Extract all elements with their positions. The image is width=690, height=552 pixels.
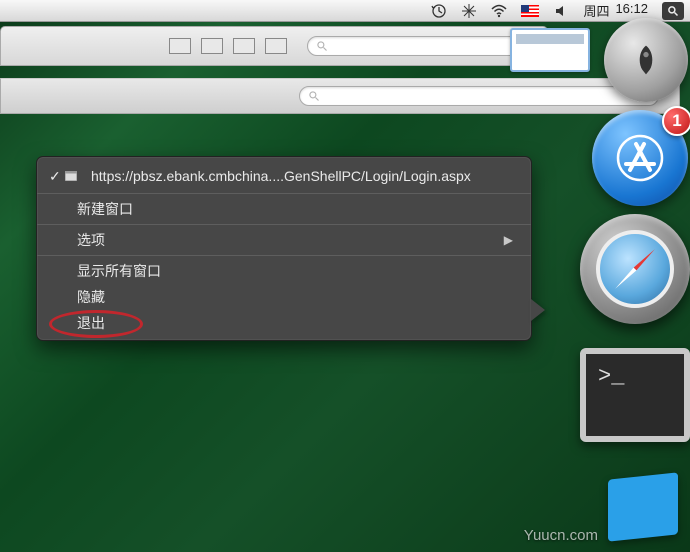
- search-icon: [308, 90, 320, 102]
- view-icon-4[interactable]: [265, 38, 287, 54]
- timemachine-icon[interactable]: [431, 3, 447, 19]
- menu-item-label: 新建窗口: [77, 199, 133, 219]
- menu-item-label: 退出: [77, 313, 105, 333]
- dock-context-menu: ✓ https://pbsz.ebank.cmbchina....GenShel…: [36, 156, 532, 341]
- toolbar-search-1[interactable]: [307, 36, 537, 56]
- menu-item-label: 选项: [77, 230, 105, 250]
- input-source-us-flag-icon[interactable]: [521, 5, 539, 17]
- spotlight-icon[interactable]: [662, 2, 684, 20]
- view-icon-3[interactable]: [233, 38, 255, 54]
- view-icon-1[interactable]: [169, 38, 191, 54]
- chevron-right-icon: ▶: [504, 233, 513, 247]
- menubar-clock[interactable]: 周四 16:12: [583, 1, 648, 20]
- terminal-icon[interactable]: >_: [580, 348, 690, 442]
- menu-item-new-window[interactable]: 新建窗口: [37, 196, 531, 222]
- appstore-icon[interactable]: 1: [592, 110, 688, 206]
- menu-item-label: https://pbsz.ebank.cmbchina....GenShellP…: [91, 168, 471, 184]
- launchpad-icon[interactable]: [604, 18, 688, 102]
- window-icon: [65, 171, 77, 181]
- menu-item-hide[interactable]: 隐藏: [37, 284, 531, 310]
- terminal-prompt: >_: [598, 364, 624, 389]
- menu-separator: [37, 255, 531, 256]
- menu-item-page-title[interactable]: ✓ https://pbsz.ebank.cmbchina....GenShel…: [37, 161, 531, 191]
- safari-icon[interactable]: [580, 214, 690, 324]
- window-toolbar-1: ⤢: [0, 26, 548, 66]
- window-thumbnail[interactable]: [510, 28, 590, 72]
- view-icon-2[interactable]: [201, 38, 223, 54]
- window-toolbar-2: [0, 78, 680, 114]
- system-menubar: 周四 16:12: [0, 0, 690, 22]
- volume-icon[interactable]: [553, 3, 569, 19]
- menu-item-label: 显示所有窗口: [77, 261, 161, 281]
- menu-item-quit[interactable]: 退出: [37, 310, 531, 336]
- search-icon: [316, 40, 328, 52]
- check-icon: ✓: [49, 168, 61, 185]
- menu-separator: [37, 193, 531, 194]
- menu-separator: [37, 224, 531, 225]
- clock-day: 周四: [583, 1, 609, 20]
- xcode-icon[interactable]: [608, 476, 678, 538]
- appstore-badge: 1: [662, 106, 690, 136]
- watermark-text: Yuucn.com: [524, 527, 598, 544]
- menu-item-show-all-windows[interactable]: 显示所有窗口: [37, 258, 531, 284]
- menu-item-label: 隐藏: [77, 287, 105, 307]
- toolbar-search-2[interactable]: [299, 86, 659, 106]
- assistive-icon[interactable]: [461, 3, 477, 19]
- menu-item-options[interactable]: 选项 ▶: [37, 227, 531, 253]
- wifi-icon[interactable]: [491, 3, 507, 19]
